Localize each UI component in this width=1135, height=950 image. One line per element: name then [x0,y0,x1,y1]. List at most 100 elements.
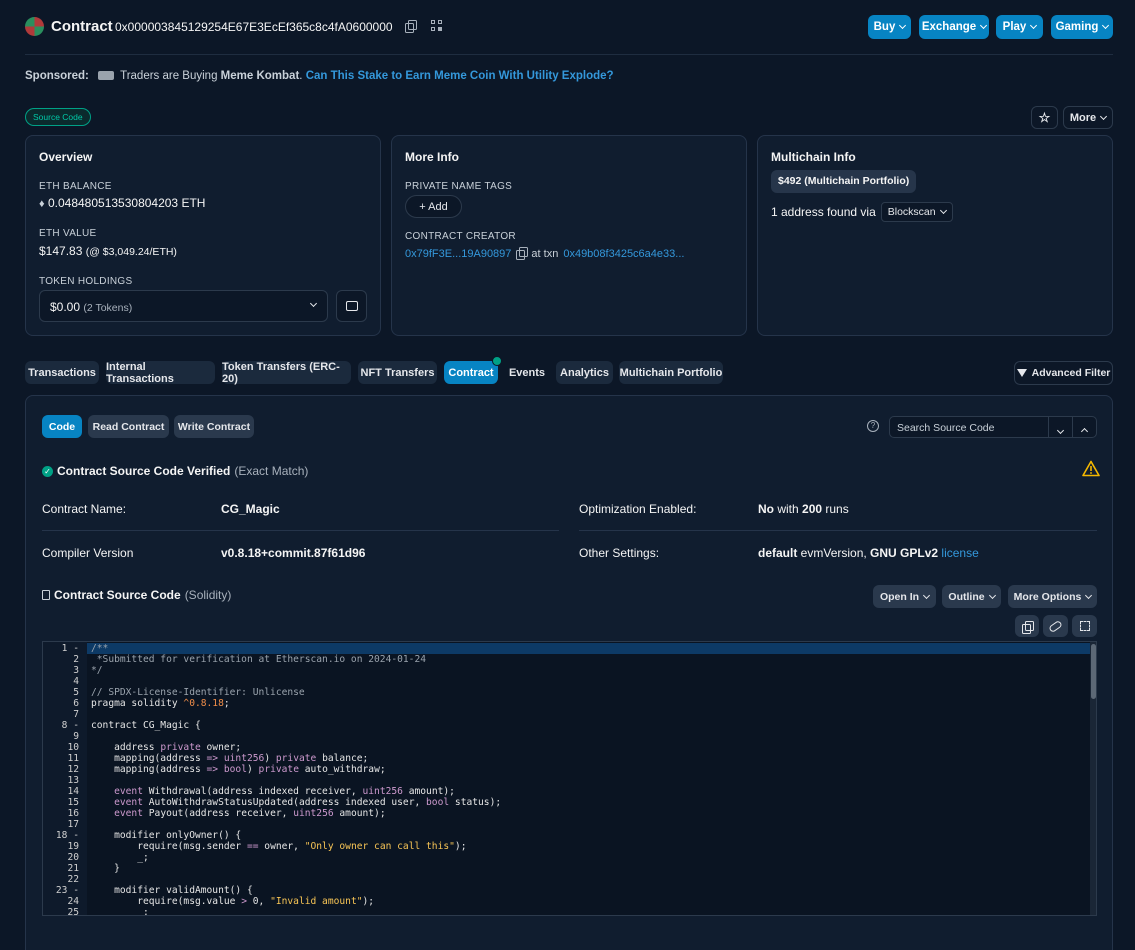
copy-creator-icon[interactable] [516,247,529,261]
more-button[interactable]: More [1063,106,1113,129]
line-number: 20 [67,852,79,863]
line-number: 25 [67,907,79,916]
more-info-card: More Info PRIVATE NAME TAGS + Add CONTRA… [391,135,747,336]
search-source-code-input[interactable]: Search Source Code [889,416,1049,438]
token-holdings-label: TOKEN HOLDINGS [39,276,133,287]
subtab-read-contract[interactable]: Read Contract [88,415,169,438]
code-editor[interactable]: 1 - /** 2 *Submitted for verification at E… [42,641,1097,916]
line-number: 16 [67,808,79,819]
line-number: 1 - [61,643,79,654]
contract-avatar [25,17,44,36]
code-line: pragma solidity ^0.8.18; [91,698,230,709]
tab-transactions[interactable]: Transactions [25,361,99,384]
line-number: 6 [73,698,79,709]
file-code-icon [42,590,50,600]
outline-dropdown[interactable]: Outline [942,585,1001,608]
permalink-button[interactable] [1043,615,1068,637]
tab-multichain-portfolio[interactable]: Multichain Portfolio [619,361,723,384]
advanced-filter-button[interactable]: Advanced Filter [1014,361,1113,385]
subtab-write-contract[interactable]: Write Contract [174,415,254,438]
favorite-button[interactable]: ☆ [1031,106,1058,129]
tab-internal-transactions[interactable]: Internal Transactions [106,361,215,385]
qr-code-icon[interactable] [431,20,442,31]
contract-creator-row: 0x79fF3E...19A90897 at txn 0x49b08f3425c… [405,247,685,261]
code-line: mapping(address => bool) private auto_wi… [91,764,386,775]
link-icon [1048,619,1063,633]
nav-buy-button[interactable]: Buy [868,15,911,39]
line-number: 10 [67,742,79,753]
token-wallet-button[interactable] [336,290,367,322]
contract-creator-label: CONTRACT CREATOR [405,231,516,242]
eth-balance-label: ETH BALANCE [39,181,112,192]
code-line: _; [91,852,149,863]
chevron-down-icon [309,299,318,308]
contract-address: 0x000003845129254E67E3EcEf365c8c4fA06000… [115,20,393,34]
warning-icon[interactable] [1082,460,1100,477]
tab-nft-transfers[interactable]: NFT Transfers [358,361,437,384]
line-number: 13 [67,775,79,786]
private-name-tags-label: PRIVATE NAME TAGS [405,181,513,192]
sponsor-icon [98,71,115,80]
tab-token-transfers[interactable]: Token Transfers (ERC-20) [222,361,351,385]
open-in-dropdown[interactable]: Open In [873,585,936,608]
fullscreen-button[interactable] [1072,615,1097,637]
search-next-button[interactable] [1048,416,1073,438]
active-line-highlight [87,643,1090,654]
license-link[interactable]: license [941,546,978,560]
line-number: 3 [73,665,79,676]
code-line: */ [91,665,103,676]
eth-value-label: ETH VALUE [39,228,97,239]
compiler-version-value: v0.8.18+commit.87f61d96 [221,546,366,560]
code-scrollbar[interactable] [1090,642,1096,915]
add-name-tag-button[interactable]: + Add [405,195,462,218]
sponsored-banner: Sponsored: Traders are Buying Meme Komba… [25,70,614,82]
multichain-title: Multichain Info [771,150,856,164]
line-number: 2 [73,654,79,665]
token-holdings-dropdown[interactable]: $0.00 (2 Tokens) [39,290,328,322]
star-icon: ☆ [1038,109,1051,125]
more-options-dropdown[interactable]: More Options [1008,585,1097,608]
multichain-portfolio-badge[interactable]: $492 (Multichain Portfolio) [771,170,917,193]
source-code-badge[interactable]: Source Code [25,108,91,126]
code-line: address private owner; [91,742,242,753]
line-number: 14 [67,786,79,797]
chevron-down-icon [899,21,907,30]
line-number: 21 [67,863,79,874]
nav-exchange-button[interactable]: Exchange [919,15,989,39]
line-number: 8 - [61,720,79,731]
subtab-code[interactable]: Code [42,415,82,438]
code-line: _; [91,907,149,916]
search-prev-button[interactable] [1072,416,1097,438]
chevron-down-icon [1085,591,1093,599]
chevron-down-icon [1056,426,1065,435]
nav-play-button[interactable]: Play [996,15,1043,39]
tab-events[interactable]: Events [505,361,549,384]
copy-address-icon[interactable] [405,20,417,34]
creation-txn-link[interactable]: 0x49b08f3425c6a4e33... [563,248,684,260]
code-line: modifier validAmount() { [91,885,253,896]
chevron-down-icon [1030,21,1038,30]
overview-title: Overview [39,150,93,164]
contract-panel: Code Read Contract Write Contract ? Sear… [25,395,1113,950]
contract-name-value: CG_Magic [221,502,280,516]
sponsored-link[interactable]: Can This Stake to Earn Meme Coin With Ut… [306,70,614,82]
contract-verified-check-icon [492,356,502,366]
copy-source-button[interactable] [1015,615,1039,637]
page-title: Contract [51,18,113,35]
copy-icon [1022,620,1034,634]
optimization-value: No with 200 runs [758,502,849,516]
overview-card: Overview ETH BALANCE ♦ 0.048480513530804… [25,135,381,336]
creator-address-link[interactable]: 0x79fF3E...19A90897 [405,248,511,260]
tab-contract[interactable]: Contract [444,361,498,384]
line-number: 19 [67,841,79,852]
chevron-down-icon [939,206,947,215]
blockscan-dropdown[interactable]: Blockscan [880,202,953,222]
help-icon[interactable]: ? [867,420,879,432]
line-number: 12 [67,764,79,775]
tab-analytics[interactable]: Analytics [556,361,613,384]
nav-gaming-button[interactable]: Gaming [1051,15,1113,39]
ethereum-icon: ♦ [39,198,45,210]
check-circle-icon: ✓ [42,465,53,477]
code-line: event AutoWithdrawStatusUpdated(address … [114,797,502,808]
line-number: 18 - [55,830,79,841]
